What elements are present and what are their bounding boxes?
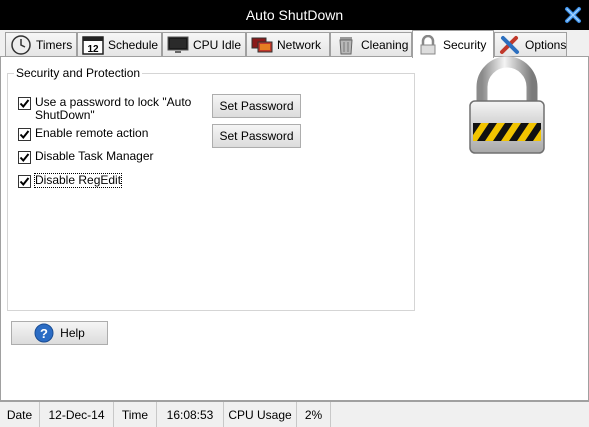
status-bar: Date 12-Dec-14 Time 16:08:53 CPU Usage 2…	[0, 401, 589, 427]
calendar-icon: 12	[82, 36, 104, 55]
clock-icon	[11, 35, 31, 55]
status-time-value: 16:08:53	[157, 401, 224, 427]
tab-label: Security	[443, 37, 487, 52]
window-title: Auto ShutDown	[245, 7, 344, 23]
help-icon: ?	[34, 323, 54, 343]
group-title: Security and Protection	[14, 66, 143, 80]
password-lock-checkbox[interactable]: Use a password to lock "Auto ShutDown"	[18, 96, 198, 122]
tab-timers[interactable]: Timers	[5, 32, 77, 57]
title-bar: Auto ShutDown	[0, 0, 589, 30]
checkbox-box[interactable]	[18, 97, 31, 110]
calendar-icon-text: 12	[87, 44, 99, 55]
lock-icon	[420, 34, 436, 54]
svg-text:?: ?	[40, 326, 48, 341]
checkmark-icon	[19, 153, 30, 163]
tab-network[interactable]: Network	[246, 32, 330, 57]
padlock-icon	[469, 56, 545, 154]
security-group: Security and Protection Use a password t…	[7, 66, 415, 311]
monitor-icon	[167, 36, 189, 53]
help-label: Help	[60, 326, 85, 340]
checkbox-label: Use a password to lock "Auto ShutDown"	[35, 95, 192, 122]
checkbox-box[interactable]	[18, 128, 31, 141]
tab-label: Network	[277, 38, 322, 52]
trash-icon	[339, 37, 353, 55]
checkmark-icon	[19, 177, 30, 187]
tab-label: Cleaning	[361, 38, 409, 52]
set-remote-password-button[interactable]: Set Password	[212, 124, 301, 148]
checkbox-label: Enable remote action	[35, 126, 149, 140]
status-cpu-label: CPU Usage	[224, 401, 297, 427]
status-date-value: 12-Dec-14	[40, 401, 114, 427]
tab-label: Options	[525, 38, 567, 52]
disable-task-manager-checkbox[interactable]: Disable Task Manager	[18, 150, 154, 164]
tab-label: Schedule	[108, 38, 159, 52]
set-password-button[interactable]: Set Password	[212, 94, 301, 118]
tab-cleaning[interactable]: Cleaning	[330, 32, 412, 57]
remote-action-checkbox[interactable]: Enable remote action	[18, 127, 148, 141]
status-cpu-value: 2%	[297, 401, 331, 427]
tab-security[interactable]: Security	[412, 30, 494, 58]
tab-schedule[interactable]: 12 Schedule	[77, 32, 162, 57]
checkbox-label: Disable RegEdit	[33, 173, 123, 188]
disable-regedit-checkbox[interactable]: Disable RegEdit	[18, 173, 123, 188]
tab-cpu-idle[interactable]: CPU Idle	[162, 32, 246, 57]
checkmark-icon	[19, 130, 30, 140]
network-icon	[251, 37, 273, 53]
help-button[interactable]: ? Help	[11, 321, 108, 345]
status-time-label: Time	[114, 401, 157, 427]
checkbox-label: Disable Task Manager	[35, 149, 154, 163]
checkbox-box[interactable]	[18, 151, 31, 164]
checkbox-box[interactable]	[18, 175, 31, 188]
status-date-label: Date	[0, 401, 40, 427]
security-panel: Security and Protection Use a password t…	[0, 56, 589, 401]
tab-label: Timers	[36, 38, 73, 52]
checkmark-icon	[19, 99, 30, 109]
close-icon[interactable]	[562, 4, 584, 26]
tab-label: CPU Idle	[193, 38, 242, 52]
